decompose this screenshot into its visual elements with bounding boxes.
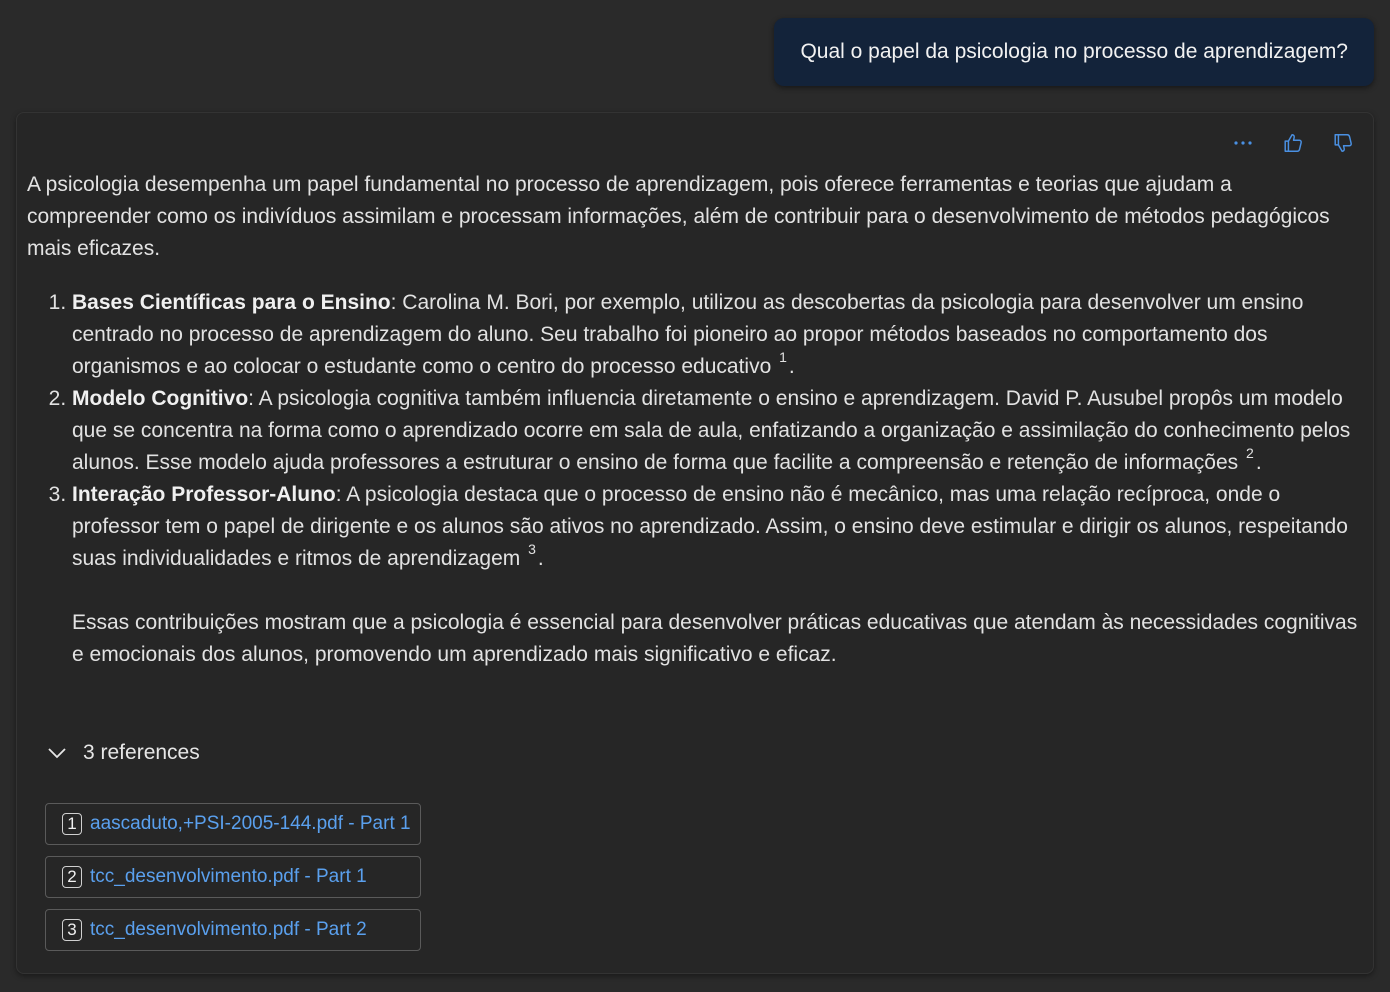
user-message-bubble: Qual o papel da psicologia no processo d… — [774, 18, 1374, 86]
thumbs-up-icon — [1284, 134, 1302, 152]
user-message-text: Qual o papel da psicologia no processo d… — [800, 40, 1348, 63]
point-end: . — [537, 547, 544, 570]
assistant-response-card: A psicologia desempenha um papel fundame… — [16, 112, 1374, 974]
response-closing: Essas contribuições mostram que a psicol… — [72, 611, 1358, 666]
point-end: . — [1255, 451, 1262, 474]
thumbs-down-icon — [1334, 134, 1352, 152]
response-content: A psicologia desempenha um papel fundame… — [27, 169, 1359, 671]
like-button[interactable] — [1277, 127, 1309, 159]
citation-marker[interactable]: 3 — [526, 541, 538, 557]
chevron-down-icon — [48, 748, 66, 759]
list-item: Modelo Cognitivo: A psicologia cognitiva… — [72, 383, 1359, 479]
list-item: Interação Professor-Aluno: A psicologia … — [72, 479, 1359, 575]
more-options-button[interactable] — [1227, 127, 1259, 159]
citation-marker[interactable]: 1 — [777, 349, 789, 365]
response-intro: A psicologia desempenha um papel fundame… — [27, 173, 1330, 260]
point-text: : A psicologia cognitiva também influenc… — [72, 387, 1351, 474]
point-title: Bases Científicas para o Ensino — [72, 291, 391, 314]
reference-number: 3 — [62, 919, 82, 941]
references-toggle-label: 3 references — [83, 741, 200, 764]
point-end: . — [788, 355, 795, 378]
list-item: Bases Científicas para o Ensino: Carolin… — [72, 287, 1359, 383]
reference-card[interactable]: 2 tcc_desenvolvimento.pdf - Part 1 — [45, 856, 421, 898]
reference-link[interactable]: aascaduto,+PSI-2005-144.pdf - Part 1 — [90, 813, 411, 835]
point-title: Interação Professor-Aluno — [72, 483, 336, 506]
reference-number: 2 — [62, 866, 82, 888]
response-toolbar — [1227, 127, 1359, 159]
reference-link[interactable]: tcc_desenvolvimento.pdf - Part 1 — [90, 866, 367, 888]
references-list: 1 aascaduto,+PSI-2005-144.pdf - Part 1 2… — [45, 803, 421, 951]
reference-number: 1 — [62, 813, 82, 835]
reference-card[interactable]: 3 tcc_desenvolvimento.pdf - Part 2 — [45, 909, 421, 951]
reference-card[interactable]: 1 aascaduto,+PSI-2005-144.pdf - Part 1 — [45, 803, 421, 845]
chat-page: Qual o papel da psicologia no processo d… — [0, 0, 1390, 992]
references-toggle[interactable]: 3 references — [47, 741, 200, 765]
response-points-list: Bases Científicas para o Ensino: Carolin… — [27, 287, 1359, 575]
citation-marker[interactable]: 2 — [1244, 445, 1256, 461]
dislike-button[interactable] — [1327, 127, 1359, 159]
point-title: Modelo Cognitivo — [72, 387, 249, 410]
more-dots-icon — [1234, 141, 1252, 145]
reference-link[interactable]: tcc_desenvolvimento.pdf - Part 2 — [90, 919, 367, 941]
